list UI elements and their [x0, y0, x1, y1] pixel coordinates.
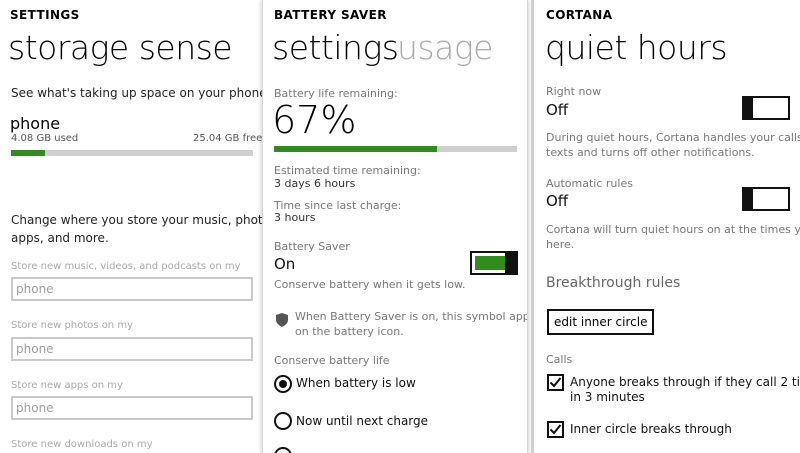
- toggle-knob: [742, 96, 753, 120]
- radio-selected-dot: [279, 380, 287, 388]
- edit-inner-circle-button[interactable]: edit inner circle: [547, 309, 655, 335]
- battery-saver-description: Conserve battery when it gets low.: [274, 278, 466, 291]
- photos-location-value: phone: [16, 342, 54, 356]
- intro-text: See what's taking up space on your phone…: [11, 86, 262, 100]
- free-text: 25.04 GB free: [193, 133, 262, 144]
- battery-saver-state: On: [274, 255, 296, 273]
- check1-line-2: in 3 minutes: [570, 390, 645, 404]
- conserve-label: Conserve battery life: [274, 354, 390, 367]
- automatic-rules-state: Off: [546, 192, 569, 210]
- automatic-rules-description: Cortana will turn quiet hours on at the …: [546, 222, 800, 252]
- radio-when-battery-low[interactable]: [274, 375, 292, 393]
- storage-usage-fill: [11, 150, 45, 156]
- change-location-text: Change where you store your music, photo…: [11, 211, 262, 247]
- tab-usage[interactable]: usage: [397, 28, 493, 67]
- downloads-location-label: Store new downloads on my: [11, 439, 153, 450]
- change-text-line-1: Change where you store your music, photo…: [11, 213, 262, 227]
- cortana-quiet-hours-panel: CORTANA quiet hours Right now Off During…: [531, 0, 800, 453]
- toggle-knob: [505, 251, 516, 275]
- toggle-track: [475, 256, 508, 270]
- option-now-until-charge[interactable]: Now until next charge: [296, 414, 428, 428]
- storage-sense-panel: SETTINGS storage sense See what's taking…: [0, 0, 262, 453]
- right-now-state: Off: [546, 101, 569, 119]
- used-text: 4.08 GB used: [11, 133, 79, 144]
- checkmark-icon: [549, 377, 562, 388]
- symbol-note-line-2: on the battery icon.: [295, 325, 404, 338]
- anyone-breaks-through-text[interactable]: Anyone breaks through if they call 2 tim…: [570, 375, 800, 405]
- automatic-rules-label: Automatic rules: [546, 177, 633, 190]
- symbol-note-line-1: When Battery Saver is on, this symbol ap…: [295, 310, 528, 323]
- right-now-description: During quiet hours, Cortana handles your…: [546, 130, 800, 160]
- calls-label: Calls: [546, 353, 573, 366]
- battery-saver-toggle[interactable]: [470, 251, 518, 275]
- music-location-label: Store new music, videos, and podcasts on…: [11, 261, 241, 272]
- estimated-time-label: Estimated time remaining:: [274, 164, 421, 177]
- check1-line-1: Anyone breaks through if they call 2 tim…: [570, 375, 800, 389]
- shield-icon: [276, 312, 288, 331]
- checkmark-icon: [549, 424, 562, 435]
- estimated-time-value: 3 days 6 hours: [274, 177, 356, 190]
- music-location-value: phone: [16, 282, 54, 296]
- battery-level-fill: [274, 146, 437, 152]
- right-now-label: Right now: [546, 85, 602, 98]
- inner-circle-text[interactable]: Inner circle breaks through: [570, 422, 732, 436]
- battery-saver-label: Battery Saver: [274, 240, 350, 253]
- apps-location-select[interactable]: phone: [11, 396, 253, 420]
- section-header: BATTERY SAVER: [274, 8, 387, 22]
- radio-option-3[interactable]: [274, 447, 292, 453]
- since-charge-value: 3 hours: [274, 211, 316, 224]
- storage-usage-bar: [11, 150, 253, 156]
- section-header: SETTINGS: [10, 8, 80, 22]
- apps-location-value: phone: [16, 401, 54, 415]
- music-location-select[interactable]: phone: [11, 277, 253, 301]
- right-now-desc-line-1: During quiet hours, Cortana handles your…: [546, 131, 800, 144]
- symbol-note: When Battery Saver is on, this symbol ap…: [295, 309, 528, 339]
- breakthrough-rules-heading: Breakthrough rules: [546, 275, 681, 291]
- right-now-desc-line-2: texts and turns off other notifications.: [546, 146, 755, 159]
- apps-location-label: Store new apps on my: [11, 380, 123, 391]
- page-title: quiet hours: [545, 28, 728, 67]
- page-title: storage sense: [8, 28, 233, 67]
- device-name[interactable]: phone: [10, 114, 60, 133]
- change-text-line-2: apps, and more.: [11, 231, 109, 245]
- photos-location-label: Store new photos on my: [11, 320, 133, 331]
- auto-desc-line-1: Cortana will turn quiet hours on at the …: [546, 223, 800, 236]
- toggle-knob: [742, 187, 753, 211]
- section-header: CORTANA: [546, 8, 613, 22]
- battery-percent: 67%: [272, 98, 357, 142]
- option-when-battery-low[interactable]: When battery is low: [296, 376, 416, 390]
- battery-level-bar: [274, 146, 517, 152]
- checkbox-inner-circle[interactable]: [547, 421, 564, 438]
- auto-desc-line-2: here.: [546, 238, 575, 251]
- right-now-toggle[interactable]: [742, 96, 790, 120]
- checkbox-anyone-breaks-through[interactable]: [547, 374, 564, 391]
- photos-location-select[interactable]: phone: [11, 337, 253, 361]
- automatic-rules-toggle[interactable]: [742, 187, 790, 211]
- tab-settings[interactable]: settings: [272, 28, 399, 67]
- battery-saver-panel: BATTERY SAVER settings usage Battery lif…: [262, 0, 528, 453]
- radio-now-until-charge[interactable]: [274, 412, 292, 430]
